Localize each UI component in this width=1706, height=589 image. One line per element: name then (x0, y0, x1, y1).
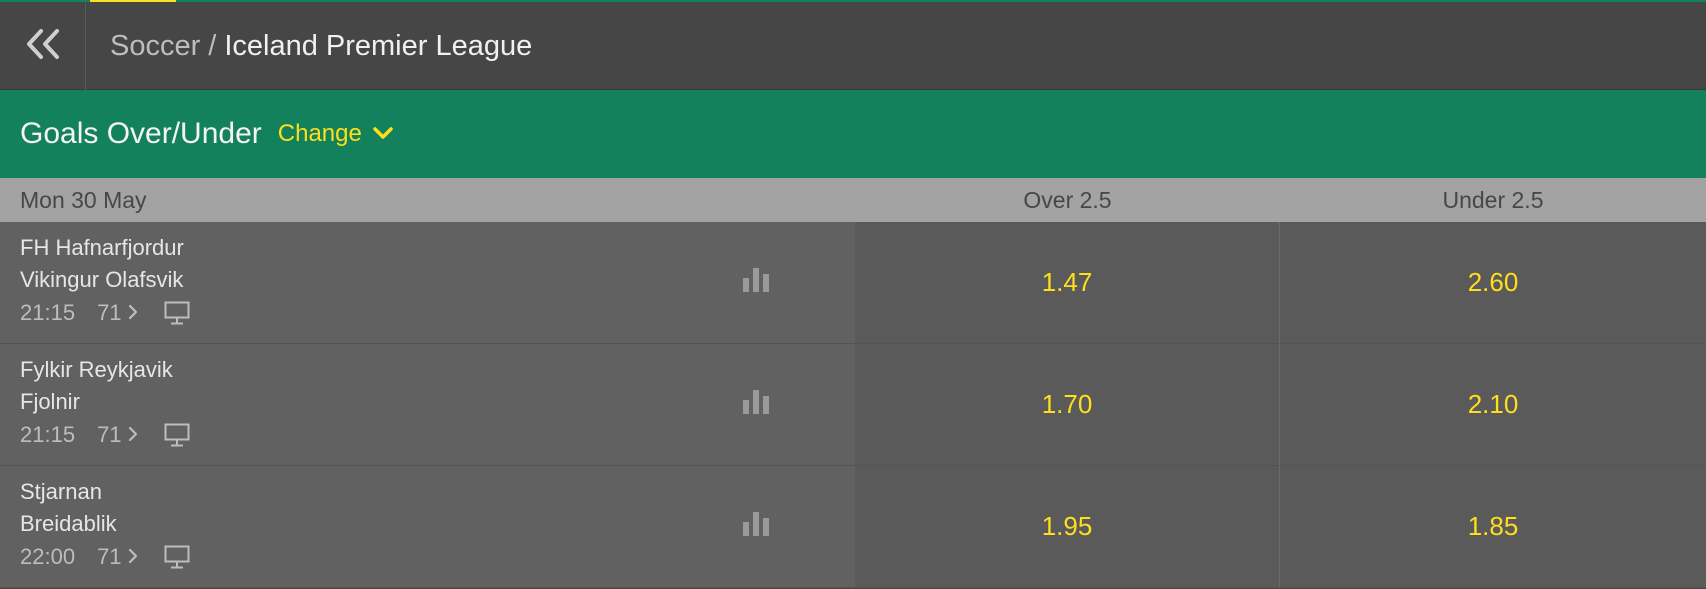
monitor-icon (164, 301, 190, 325)
home-team: Stjarnan (20, 479, 102, 504)
under-odds-button[interactable]: 1.85 (1280, 466, 1706, 587)
bar-chart-icon[interactable] (742, 388, 770, 414)
match-event[interactable]: Fylkir Reykjavik Fjolnir 21:15 71 (0, 344, 855, 465)
under-odds-button[interactable]: 2.10 (1280, 344, 1706, 465)
bar-chart-icon[interactable] (742, 266, 770, 292)
over-odds-button[interactable]: 1.95 (855, 466, 1279, 587)
match-row: FH Hafnarfjordur Vikingur Olafsvik 21:15… (0, 222, 1706, 344)
under-odds-button[interactable]: 2.60 (1280, 222, 1706, 343)
breadcrumb-separator: / (208, 29, 217, 62)
chevron-right-icon (128, 544, 138, 570)
chevron-right-icon (128, 300, 138, 326)
monitor-icon (164, 545, 190, 569)
back-button[interactable] (0, 2, 86, 90)
markets-count: 71 (97, 422, 122, 447)
date-label: Mon 30 May (20, 187, 147, 213)
header-bar: Soccer / Iceland Premier League (0, 2, 1706, 90)
match-row: Stjarnan Breidablik 22:00 71 1.95 1.85 (0, 466, 1706, 588)
match-event[interactable]: FH Hafnarfjordur Vikingur Olafsvik 21:15… (0, 222, 855, 343)
market-title: Goals Over/Under (20, 117, 262, 150)
under-column-label: Under 2.5 (1442, 187, 1544, 213)
kickoff-time: 22:00 (20, 544, 76, 569)
markets-count: 71 (97, 544, 122, 569)
match-meta: 22:00 71 (20, 544, 190, 570)
column-header: Mon 30 May Over 2.5 Under 2.5 (0, 178, 1706, 222)
change-label: Change (277, 120, 362, 147)
away-team: Breidablik (20, 511, 117, 536)
kickoff-time: 21:15 (20, 422, 76, 447)
match-list: FH Hafnarfjordur Vikingur Olafsvik 21:15… (0, 222, 1706, 588)
breadcrumb-soccer[interactable]: Soccer (110, 30, 200, 63)
breadcrumb-current: Iceland Premier League (224, 29, 533, 62)
match-event[interactable]: Stjarnan Breidablik 22:00 71 (0, 466, 855, 587)
home-team: Fylkir Reykjavik (20, 357, 173, 382)
bar-chart-icon[interactable] (742, 510, 770, 536)
kickoff-time: 21:15 (20, 300, 76, 325)
change-market-button[interactable]: Change (278, 120, 394, 148)
over-odds-button[interactable]: 1.47 (855, 222, 1279, 343)
double-chevron-left-icon (23, 28, 63, 65)
away-team: Fjolnir (20, 389, 80, 414)
chevron-down-icon (372, 126, 394, 145)
chevron-right-icon (128, 422, 138, 448)
market-bar: Goals Over/Under Change (0, 90, 1706, 178)
breadcrumb: Soccer / Iceland Premier League (110, 2, 532, 90)
markets-count: 71 (97, 300, 122, 325)
over-odds-button[interactable]: 1.70 (855, 344, 1279, 465)
match-meta: 21:15 71 (20, 300, 190, 326)
home-team: FH Hafnarfjordur (20, 235, 184, 260)
match-row: Fylkir Reykjavik Fjolnir 21:15 71 1.70 2… (0, 344, 1706, 466)
monitor-icon (164, 423, 190, 447)
away-team: Vikingur Olafsvik (20, 267, 184, 292)
match-meta: 21:15 71 (20, 422, 190, 448)
over-column-label: Over 2.5 (1023, 187, 1112, 213)
